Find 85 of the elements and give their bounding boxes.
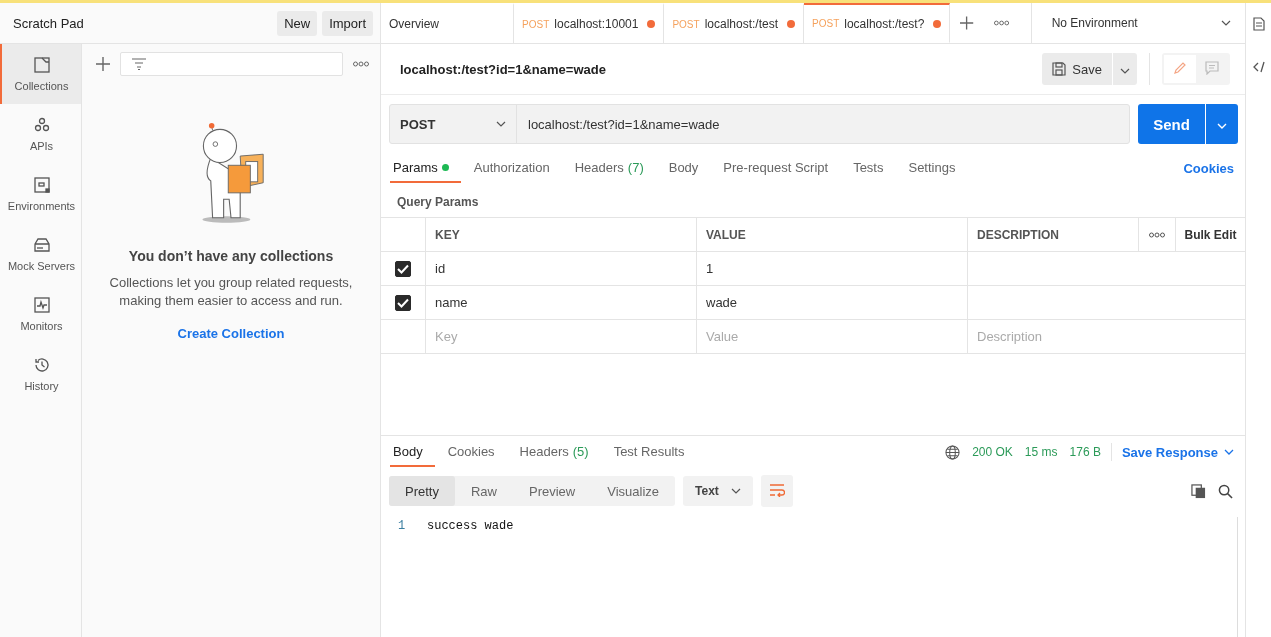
code-line: success wade [427,518,514,533]
pencil-icon [1173,60,1187,75]
table-cell[interactable]: 1 [697,252,968,285]
checkbox[interactable] [395,294,411,311]
column-header: DESCRIPTION [968,218,1139,251]
more-icon[interactable] [1149,231,1165,238]
sidebar-item[interactable]: APIs [0,104,81,164]
empty-state-title: You don’t have any collections [128,248,334,264]
more-icon[interactable] [993,20,1009,26]
cookies-link[interactable]: Cookies [1183,160,1234,176]
workspace-title: Scratch Pad [13,15,85,31]
column-header: KEY [426,218,697,251]
sidebar-item[interactable]: Environments [0,164,81,224]
request-section-tab[interactable]: Pre-request Script [720,153,841,183]
save-button[interactable]: Save [1042,53,1112,85]
table-cell[interactable]: name [426,286,697,319]
add-icon[interactable] [96,57,110,71]
section-title: Query Params [396,194,480,211]
bulk-edit-button[interactable]: Bulk Edit [1176,218,1245,251]
request-section-tab[interactable]: Authorization [470,153,562,183]
header-button[interactable]: Import [322,10,373,36]
comment-icon [1205,60,1219,75]
response-tab[interactable]: Test Results [610,437,697,467]
sidebar-item[interactable]: Mock Servers [0,224,81,284]
response-size: 176 B [1069,445,1101,459]
document-icon[interactable] [1252,17,1265,31]
request-tab[interactable]: POST localhost:/test? [804,3,951,43]
sidebar-item[interactable]: Monitors [0,284,81,344]
view-mode-tab[interactable]: Pretty [389,476,455,506]
view-mode-tab[interactable]: Preview [513,476,592,506]
description-field[interactable]: Description [977,329,1217,344]
caret-icon [1224,449,1234,455]
search-icon[interactable] [1218,483,1233,499]
empty-state-text: Collections let you group related requests, making them easier to access and run. [108,274,354,310]
request-section-tab[interactable]: Tests [850,153,896,183]
request-tab[interactable]: POST localhost:/test [664,3,805,43]
create-collection-link[interactable]: Create Collection [177,326,285,341]
response-tab[interactable]: Cookies [444,437,507,467]
value-field[interactable]: Value [706,329,946,344]
circles-icon [32,116,51,134]
wrap-button[interactable] [761,475,794,507]
send-button[interactable]: Send [1138,104,1205,144]
folder-icon [32,56,51,74]
request-section-tab[interactable]: Settings [905,153,968,183]
caret-icon [1217,122,1227,129]
save-icon [1052,62,1067,76]
caret-icon [1221,20,1231,26]
globe-icon[interactable] [945,444,961,460]
monitor-icon [32,296,51,314]
table-cell[interactable]: wade [697,286,968,319]
request-section-tab[interactable]: Params [390,153,461,183]
status-code: 200 OK [972,445,1013,459]
response-tab[interactable]: Headers (5) [516,437,601,467]
history-icon [32,356,51,374]
more-icon[interactable] [353,61,369,67]
response-tab[interactable]: Body [390,437,435,467]
header-button[interactable]: New [277,10,318,36]
filter-icon [132,58,146,70]
column-header: VALUE [697,218,968,251]
sidebar-item[interactable]: Collections [0,44,81,104]
request-name: localhost:/test?id=1&name=wade [400,61,607,77]
format-select[interactable]: Text [683,476,754,506]
sidebar-item[interactable]: History [0,344,81,404]
wrap-icon [769,482,786,497]
key-field[interactable]: Key [435,329,675,344]
caret-icon [731,488,742,494]
copy-icon[interactable] [1191,483,1206,499]
frame-icon [32,176,51,194]
table-cell[interactable]: id [426,252,697,285]
server-icon [32,236,51,254]
caret-icon [1120,67,1130,74]
request-tab[interactable]: Overview [381,3,515,43]
code-icon[interactable] [1252,61,1265,73]
add-tab-icon[interactable] [960,16,974,30]
request-section-tab[interactable]: Body [665,153,711,183]
request-section-tab[interactable]: Headers (7) [571,153,656,183]
save-response-button[interactable]: Save Response [1121,444,1234,460]
filter-field[interactable] [120,52,343,76]
environment-select[interactable]: No Environment [1030,3,1245,43]
response-time: 15 ms [1024,445,1058,459]
view-mode-tab[interactable]: Visualize [591,476,676,506]
checkbox[interactable] [395,260,411,277]
view-mode-tab[interactable]: Raw [454,476,513,506]
line-number: 1 [398,518,407,533]
request-tab[interactable]: POST localhost:10001 [514,3,665,43]
